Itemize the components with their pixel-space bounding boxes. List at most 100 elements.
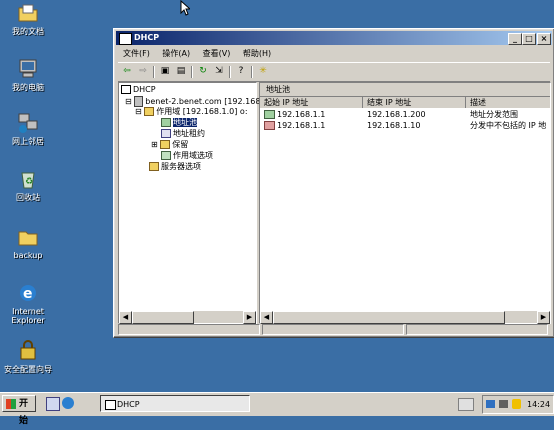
- tree-horizontal-scrollbar[interactable]: ◀ ▶: [119, 311, 256, 324]
- dhcp-icon: [121, 85, 131, 94]
- scroll-thumb[interactable]: [132, 311, 194, 324]
- desktop-icon-label: Internet Explorer: [11, 307, 45, 325]
- server-icon: [134, 96, 144, 107]
- title-bar[interactable]: DHCP _ □ ×: [116, 31, 552, 45]
- refresh-button[interactable]: ↻: [196, 65, 210, 78]
- address-range-icon: [264, 110, 275, 119]
- desktop-icon-label: backup: [13, 251, 43, 260]
- quick-launch-ie-icon[interactable]: [62, 397, 74, 409]
- folder-icon: [17, 226, 39, 248]
- toolbar-separator: [153, 66, 155, 78]
- collapse-icon[interactable]: ⊟: [125, 97, 132, 106]
- reservations-icon: [160, 140, 171, 149]
- tree-item-reservations[interactable]: ⊞ 保留: [121, 140, 260, 151]
- help-button[interactable]: ?: [234, 65, 248, 78]
- list-row[interactable]: 192.168.1.1 192.168.1.10 分发中不包括的 IP 地: [260, 120, 550, 131]
- desktop-icon-internet-explorer[interactable]: e Internet Explorer: [1, 282, 55, 325]
- desktop-icon-recycle-bin[interactable]: ♻ 回收站: [1, 168, 55, 202]
- list-pane: 地址池 起始 IP 地址 结束 IP 地址 描述 192.168.1.1 192…: [259, 82, 551, 324]
- cell-start-ip: 192.168.1.1: [260, 109, 364, 120]
- recycle-bin-icon: ♻: [17, 168, 39, 190]
- taskbar-button-dhcp[interactable]: DHCP: [100, 395, 250, 412]
- security-wizard-icon: [17, 340, 39, 362]
- security-alert-icon[interactable]: [512, 399, 521, 409]
- cell-start-ip: 192.168.1.1: [260, 120, 364, 131]
- tree-item-dhcp[interactable]: DHCP: [121, 85, 260, 96]
- start-button[interactable]: 开始: [2, 395, 36, 426]
- volume-icon[interactable]: [499, 400, 508, 408]
- scroll-thumb[interactable]: [273, 311, 505, 324]
- close-button[interactable]: ×: [537, 33, 551, 45]
- export-list-button[interactable]: ⇲: [212, 65, 226, 78]
- scroll-right-button[interactable]: ▶: [243, 311, 256, 324]
- tree-item-address-leases[interactable]: 地址租约: [121, 129, 260, 140]
- minimize-button[interactable]: _: [508, 33, 522, 45]
- toolbar-separator: [251, 66, 253, 78]
- scroll-left-button[interactable]: ◀: [119, 311, 132, 324]
- tree-label: benet-2.benet.com [192.168: [145, 97, 261, 106]
- menu-file[interactable]: 文件(F): [123, 47, 150, 61]
- menu-view[interactable]: 查看(V): [203, 47, 231, 61]
- status-pane-2: [262, 324, 404, 335]
- taskbar: 开始 DHCP 14:24: [0, 392, 554, 426]
- tree-item-scope[interactable]: ⊟ 作用域 [192.168.1.0] o:: [121, 107, 260, 118]
- column-header-end-ip[interactable]: 结束 IP 地址: [363, 97, 466, 108]
- column-header-description[interactable]: 描述: [466, 97, 550, 108]
- up-folder-button[interactable]: ▣: [158, 65, 172, 78]
- back-button[interactable]: ⇦: [120, 65, 134, 78]
- expand-icon[interactable]: ⊞: [151, 140, 158, 149]
- desktop-icon-backup[interactable]: backup: [1, 226, 55, 260]
- start-label: 开始: [19, 399, 29, 426]
- show-tree-button[interactable]: ▤: [174, 65, 188, 78]
- collapse-icon[interactable]: ⊟: [135, 107, 142, 116]
- tree-item-address-pool[interactable]: 地址池: [121, 118, 260, 129]
- scroll-right-button[interactable]: ▶: [537, 311, 550, 324]
- desktop-icon-label: 安全配置向导: [4, 365, 52, 374]
- status-pane-1: [118, 324, 260, 335]
- folder-icon: [144, 107, 155, 116]
- tree-item-server-options[interactable]: 服务器选项: [121, 162, 260, 173]
- tree-label: 服务器选项: [161, 162, 201, 171]
- exclusion-range-icon: [264, 121, 275, 130]
- new-exclusion-button[interactable]: ✳: [256, 65, 270, 78]
- desktop-icon-label: 网上邻居: [12, 137, 44, 146]
- desktop-icon-network[interactable]: 网上邻居: [1, 112, 55, 146]
- system-tray: 14:24: [482, 395, 554, 414]
- list-horizontal-scrollbar[interactable]: ◀ ▶: [260, 311, 550, 324]
- list-row[interactable]: 192.168.1.1 192.168.1.200 地址分发范围: [260, 109, 550, 120]
- tree-label: 地址租约: [173, 129, 205, 138]
- tree-pane: DHCP ⊟ benet-2.benet.com [192.168 ⊟ 作用域 …: [118, 82, 260, 324]
- desktop-icon-my-computer[interactable]: 我的电脑: [1, 58, 55, 92]
- dhcp-window: DHCP _ □ × 文件(F) 操作(A) 查看(V) 帮助(H) ⇦ ⇨ ▣…: [113, 28, 554, 338]
- menu-action[interactable]: 操作(A): [162, 47, 190, 61]
- tree-label: 保留: [172, 140, 189, 149]
- menu-help[interactable]: 帮助(H): [243, 47, 271, 61]
- column-header-start-ip[interactable]: 起始 IP 地址: [260, 97, 363, 108]
- task-label: DHCP: [117, 400, 140, 409]
- desktop-icon-label: 我的文档: [12, 27, 44, 36]
- cell-end-ip: 192.168.1.200: [367, 110, 426, 119]
- folder-documents-icon: [17, 2, 39, 24]
- toolbar-separator: [229, 66, 231, 78]
- clock: 14:24: [527, 400, 551, 409]
- toolbar: ⇦ ⇨ ▣ ▤ ↻ ⇲ ? ✳: [118, 62, 550, 82]
- maximize-button[interactable]: □: [522, 33, 536, 45]
- column-headers: 起始 IP 地址 结束 IP 地址 描述: [260, 97, 550, 108]
- leases-icon: [161, 129, 171, 138]
- menu-bar: 文件(F) 操作(A) 查看(V) 帮助(H): [118, 47, 550, 61]
- cell-end-ip: 192.168.1.10: [367, 121, 421, 130]
- tree-item-server[interactable]: ⊟ benet-2.benet.com [192.168: [121, 96, 260, 107]
- folder-icon: [149, 162, 159, 171]
- computer-icon: [17, 58, 39, 80]
- tray-language-icon[interactable]: [458, 398, 474, 411]
- desktop-icon-my-documents[interactable]: 我的文档: [1, 2, 55, 36]
- cell-description: 分发中不包括的 IP 地: [470, 121, 547, 130]
- toolbar-separator: [191, 66, 193, 78]
- quick-launch-show-desktop-icon[interactable]: [46, 397, 60, 411]
- scroll-left-button[interactable]: ◀: [260, 311, 273, 324]
- tree-item-scope-options[interactable]: 作用域选项: [121, 151, 260, 162]
- desktop-icon-security-wizard[interactable]: 安全配置向导: [1, 340, 55, 374]
- status-bar: [118, 324, 550, 335]
- forward-button[interactable]: ⇨: [136, 65, 150, 78]
- network-status-icon[interactable]: [486, 400, 495, 408]
